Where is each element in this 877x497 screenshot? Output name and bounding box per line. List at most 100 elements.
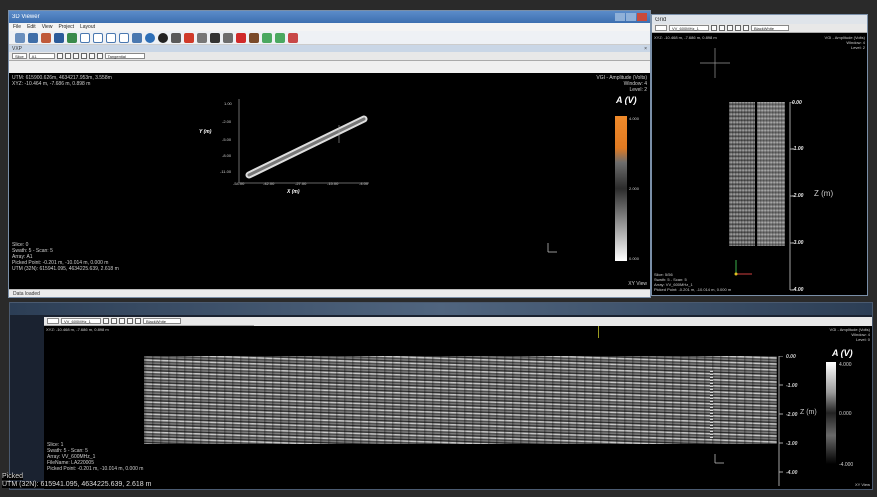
radargram-left[interactable] (729, 102, 755, 246)
new-project-icon[interactable] (15, 32, 25, 43)
box-select-icon[interactable] (80, 53, 87, 59)
grid-view-icon[interactable] (80, 32, 90, 43)
camera-icon[interactable] (171, 32, 181, 43)
menu-layout[interactable]: Layout (80, 24, 95, 30)
layers-icon[interactable] (249, 32, 259, 43)
section-cursor-xyz: XYZ: -10.468 m, -7.686 m, 0.898 m (46, 327, 109, 332)
sphere-icon[interactable] (158, 32, 168, 43)
rotate-icon[interactable] (54, 32, 64, 43)
plan-view-canvas[interactable]: UTM: 615900.626m, 4634217.953m, 3.558m X… (9, 73, 650, 289)
section-radargram[interactable] (144, 356, 777, 444)
array-dropdown[interactable]: A1 (28, 53, 55, 59)
measure-icon[interactable] (197, 32, 207, 43)
menubar: File Edit View Project Layout (9, 23, 650, 31)
main-viewer-window: 3D Viewer File Edit View Project Layout (8, 10, 651, 298)
x-axis-label: X (m) (287, 189, 300, 195)
open-icon[interactable] (28, 32, 38, 43)
menu-edit[interactable]: Edit (27, 24, 36, 30)
grid-zoom-out-icon[interactable] (719, 25, 725, 31)
colorbar-label: A (V) (616, 95, 637, 105)
grid-depth-tick-1: -1.00 (792, 146, 804, 152)
colorbar-gradient (615, 116, 627, 261)
cursor-xyz: XYZ: -10.464 m, -7.686 m, 0.898 m (12, 81, 91, 87)
main-toolbar (9, 31, 650, 45)
section-depth-axis (778, 356, 783, 486)
y-tick-1: -2.00 (222, 119, 232, 124)
section-picked-point: Picked Point: -0.201 m, -10.014 m, 0.000… (47, 466, 144, 472)
transform-dropdown[interactable]: Tangential (104, 53, 145, 59)
menu-file[interactable]: File (13, 24, 21, 30)
plan-view-icon[interactable] (93, 32, 103, 43)
x-tick-3: -15.00 (327, 181, 339, 186)
zoom-in-icon[interactable] (56, 53, 63, 59)
layer-view-icon[interactable] (119, 32, 129, 43)
grid-depth-canvas[interactable]: XYZ: -10.468 m, -7.686 m, 0.898 m VGI - … (652, 34, 867, 295)
menu-project[interactable]: Project (58, 24, 74, 30)
maximize-button[interactable] (626, 13, 636, 21)
zoom-out-icon[interactable] (64, 53, 71, 59)
section-color-dropdown[interactable]: BlackWhite (143, 318, 181, 324)
globe-icon[interactable] (145, 32, 155, 43)
footer-utm: UTM (32N): 615941.095, 4634225.639, 2.61… (2, 481, 156, 488)
grid-window: Grid VV_600MHz_1 BlackWhite XYZ: -10.468… (651, 14, 868, 296)
y-tick-4: -11.00 (220, 169, 232, 174)
import-icon[interactable] (41, 32, 51, 43)
clear-icon[interactable] (288, 32, 298, 43)
section-zoom-in-icon[interactable] (103, 318, 109, 324)
section-titlebar[interactable] (10, 303, 872, 315)
y-tick-0: 1.00 (224, 101, 232, 106)
text-tool-icon[interactable] (72, 53, 79, 59)
delete-icon[interactable] (210, 32, 220, 43)
colorbar-tick-mid: 2.000 (629, 186, 640, 191)
grid-select-icon[interactable] (735, 25, 741, 31)
minimize-button[interactable] (615, 13, 625, 21)
section-select-icon[interactable] (127, 318, 133, 324)
grid-view-dropdown[interactable] (655, 25, 667, 31)
section-frame-icon[interactable] (135, 318, 141, 324)
y-tick-2: -5.00 (222, 137, 232, 142)
grid-array-dropdown[interactable]: VV_600MHz_1 (669, 25, 709, 31)
depth-view-icon[interactable] (132, 32, 142, 43)
grid-text-icon[interactable] (727, 25, 733, 31)
grid-frame-icon[interactable] (743, 25, 749, 31)
section-colorbar-max: 4.000 (839, 362, 852, 368)
grid-controls: VV_600MHz_1 BlackWhite (652, 24, 867, 33)
section-array-dropdown[interactable]: VV_600MHz_1 (61, 318, 101, 324)
section-zoom-out-icon[interactable] (111, 318, 117, 324)
fit-view-icon[interactable] (96, 53, 103, 59)
grid-axis-triad-icon (734, 260, 752, 276)
grid-titlebar[interactable]: Grid (652, 15, 867, 24)
marker-icon[interactable] (184, 32, 194, 43)
export-icon[interactable] (275, 32, 285, 43)
section-view-icon[interactable] (106, 32, 116, 43)
section-depth-tick-2: -2.00 (786, 412, 798, 418)
y-axis-label: Y (m) (199, 129, 212, 135)
level-setting: Level: 2 (629, 87, 647, 93)
view-mode-dropdown[interactable]: Slice (12, 53, 27, 59)
view-name: XY View (628, 281, 647, 287)
survey-track-plot[interactable] (199, 93, 379, 193)
radargram-right[interactable] (757, 102, 785, 246)
filter-icon[interactable] (262, 32, 272, 43)
x-tick-0: -54.00 (233, 181, 245, 186)
pointer-icon[interactable] (223, 32, 233, 43)
colorbar-tick-min: 0.000 (629, 256, 640, 261)
section-view-dropdown[interactable] (47, 318, 59, 324)
section-depth-tick-3: -3.00 (786, 441, 798, 447)
section-colorbar-mid: 0.000 (839, 411, 852, 417)
section-text-icon[interactable] (119, 318, 125, 324)
section-canvas[interactable]: XYZ: -10.468 m, -7.686 m, 0.898 m VGI - … (44, 326, 872, 489)
panel-close-icon[interactable]: × (644, 46, 647, 52)
grid-color-dropdown[interactable]: BlackWhite (751, 25, 789, 31)
main-titlebar[interactable]: 3D Viewer (9, 11, 650, 23)
menu-view[interactable]: View (42, 24, 53, 30)
grid-zoom-in-icon[interactable] (711, 25, 717, 31)
x-tick-4: -4.00 (359, 181, 369, 186)
colorbar-tick-max: 4.000 (629, 116, 640, 121)
close-button[interactable] (637, 13, 647, 21)
pin-icon[interactable] (236, 32, 246, 43)
frame-icon[interactable] (88, 53, 95, 59)
move-icon[interactable] (67, 32, 77, 43)
grid-picked-point: Picked Point: -0.201 m, -10.014 m, 0.000… (654, 287, 732, 292)
x-tick-2: -27.00 (295, 181, 307, 186)
